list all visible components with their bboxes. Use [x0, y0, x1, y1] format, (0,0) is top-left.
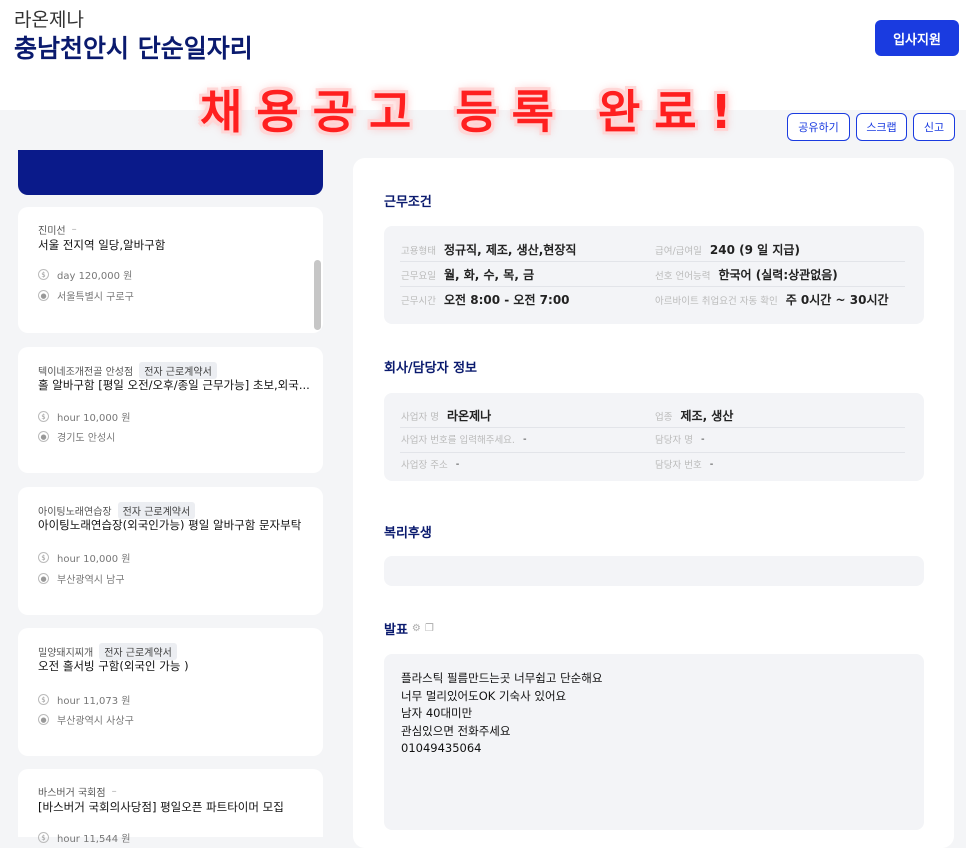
- job-title: 충남천안시 단순일자리: [14, 34, 253, 63]
- manager-name-value: -: [700, 433, 705, 445]
- welfare-heading: 복리후생: [384, 526, 432, 541]
- welfare-box: [384, 556, 924, 586]
- announce-heading-row: 발표 ⚙ ❐: [384, 619, 434, 638]
- dollar-icon: $: [38, 269, 49, 280]
- card-title: 홀 알바구함 [평일 오전/오후/종일 근무가능] 초보,외국...: [38, 378, 310, 392]
- job-card[interactable]: 바스버거 국회점 – [바스버거 국회의사당점] 평일오픈 파트타이머 모집 $ h…: [18, 769, 323, 845]
- location-pin-icon: ●: [38, 290, 49, 301]
- registration-complete-banner: 채용공고 등록 완료!: [200, 85, 746, 139]
- pay-label: 급여/급여일: [655, 245, 702, 257]
- business-number-label: 사업자 번호를 입력해주세요.: [401, 435, 515, 446]
- job-card[interactable]: 아이팅노래연습장 전자 근로계약서 아이팅노래연습장(외국인가능) 평일 알바구함…: [18, 487, 323, 615]
- language-label: 선호 언어능력: [655, 270, 711, 282]
- manager-phone-value: -: [709, 458, 714, 470]
- card-title: [바스버거 국회의사당점] 평일오픈 파트타이머 모집: [38, 800, 284, 814]
- card-location: 부산광역시 사상구: [57, 716, 134, 727]
- dollar-icon: $: [38, 552, 49, 563]
- location-pin-icon: ●: [38, 714, 49, 725]
- announce-memo: 플라스틱 필름만드는곳 너무쉽고 단순해요 너무 멀리있어도OK 기숙사 있어요…: [401, 671, 603, 755]
- card-pay: day 120,000 원: [57, 271, 133, 282]
- location-pin-icon: ●: [38, 431, 49, 442]
- card-pay: hour 11,544 원: [57, 834, 131, 845]
- job-card[interactable]: 진미선 – 서울 전지역 일당,알바구함 $ day 120,000 원 ● 서울특별…: [18, 207, 323, 333]
- company-name: 라온제나: [14, 9, 84, 31]
- featured-card-footer[interactable]: [18, 150, 323, 195]
- job-card[interactable]: 텍이네조개전골 안성점 전자 근로계약서 홀 알바구함 [평일 오전/오후/종일 …: [18, 347, 323, 473]
- card-pay: hour 10,000 원: [57, 413, 131, 424]
- location-pin-icon: ●: [38, 573, 49, 584]
- dollar-icon: $: [38, 411, 49, 422]
- apply-button[interactable]: 입사지원: [875, 20, 959, 56]
- settings-icon[interactable]: ⚙: [412, 623, 421, 634]
- business-name-value: 라온제나: [446, 409, 492, 423]
- industry-value: 제조, 생산: [680, 409, 734, 423]
- card-pay: hour 11,073 원: [57, 696, 131, 707]
- work-days-label: 근무요일: [401, 270, 436, 282]
- parttime-check-value: 주 0시간 ~ 30시간: [785, 293, 889, 307]
- card-separator: –: [111, 786, 117, 797]
- card-company: 아이팅노래연습장: [38, 507, 112, 518]
- manager-phone-label: 담당자 번호: [655, 460, 702, 471]
- sidebar-scrollbar[interactable]: [314, 260, 321, 330]
- divider: [400, 286, 905, 287]
- card-location: 서울특별시 구로구: [57, 292, 134, 303]
- card-title: 오전 홀서빙 구함(외국인 가능 ): [38, 659, 189, 673]
- announce-heading: 발표: [384, 623, 408, 638]
- company-info-heading: 회사/담당자 정보: [384, 361, 477, 376]
- work-hours-label: 근무시간: [401, 295, 436, 307]
- employment-type-label: 고용형태: [401, 245, 436, 257]
- divider: [400, 427, 905, 428]
- card-company: 텍이네조개전골 안성점: [38, 367, 134, 378]
- language-value: 한국어 (실력:상관없음): [718, 268, 838, 282]
- card-title: 서울 전지역 일당,알바구함: [38, 238, 166, 252]
- card-location: 경기도 안성시: [57, 433, 116, 444]
- card-pay: hour 10,000 원: [57, 554, 131, 565]
- work-days-value: 월, 화, 수, 목, 금: [443, 268, 535, 282]
- card-separator: –: [71, 224, 77, 235]
- card-company: 밀양돼지찌개: [38, 648, 94, 659]
- pay-value: 240 (9 일 지급): [709, 243, 800, 257]
- divider: [400, 261, 905, 262]
- card-location: 부산광역시 남구: [57, 575, 125, 586]
- job-card[interactable]: 밀양돼지찌개 전자 근로계약서 오전 홀서빙 구함(외국인 가능 ) $ hour …: [18, 628, 323, 756]
- dollar-icon: $: [38, 694, 49, 705]
- business-name-label: 사업자 명: [401, 411, 439, 423]
- address-label: 사업장 주소: [401, 460, 448, 471]
- divider: [400, 452, 905, 453]
- card-company: 바스버거 국회점: [38, 788, 106, 799]
- conditions-heading: 근무조건: [384, 195, 432, 210]
- scrap-button[interactable]: 스크랩: [856, 113, 907, 141]
- dollar-icon: $: [38, 832, 49, 843]
- work-hours-value: 오전 8:00 - 오전 7:00: [443, 293, 570, 307]
- card-title: 아이팅노래연습장(외국인가능) 평일 알바구함 문자부탁: [38, 518, 302, 532]
- address-value: -: [455, 458, 460, 470]
- share-button[interactable]: 공유하기: [787, 113, 850, 141]
- industry-label: 업종: [655, 411, 673, 423]
- parttime-check-label: 아르바이트 취업요건 자동 확인: [655, 295, 778, 307]
- copy-icon[interactable]: ❐: [425, 623, 434, 634]
- report-button[interactable]: 신고: [913, 113, 955, 141]
- employment-type-value: 정규직, 제조, 생산,현장직: [443, 243, 577, 257]
- card-company: 진미선: [38, 226, 66, 237]
- manager-name-label: 담당자 명: [655, 435, 693, 446]
- business-number-value: -: [522, 433, 527, 445]
